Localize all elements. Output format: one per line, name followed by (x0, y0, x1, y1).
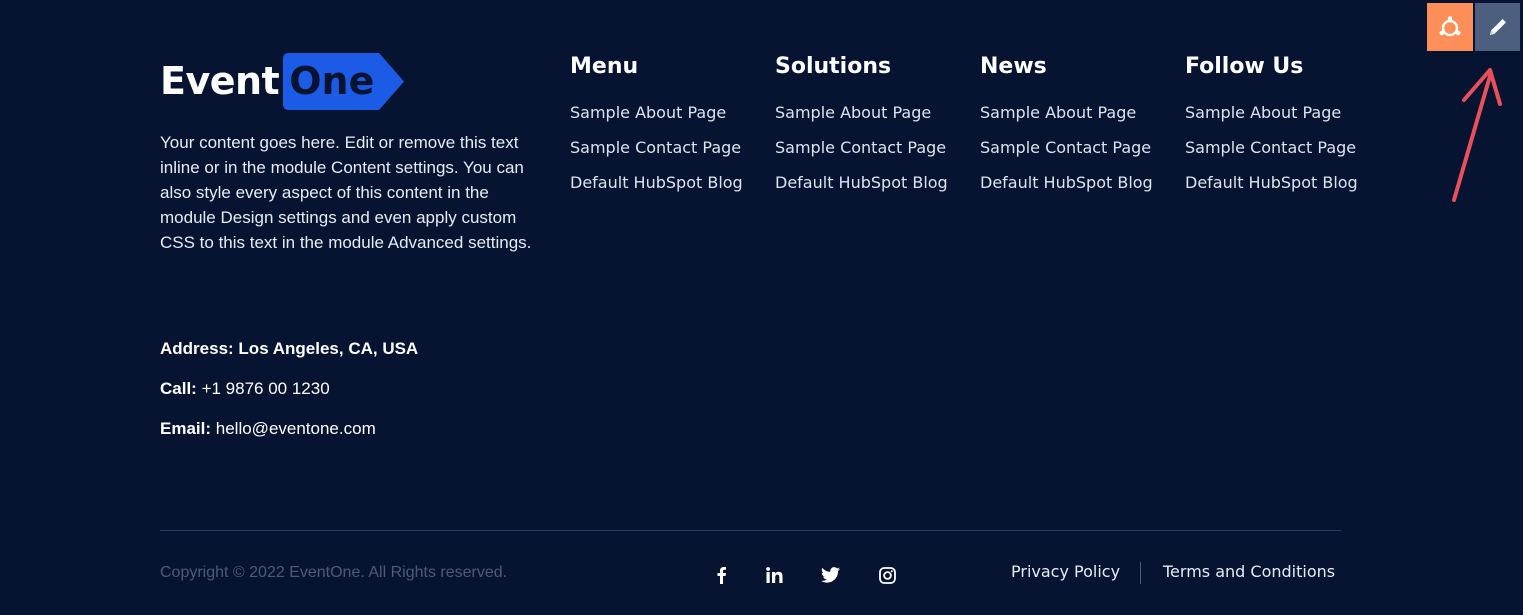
facebook-icon[interactable] (709, 563, 733, 587)
email-label: Email: (160, 419, 212, 438)
copyright-text: Copyright © 2022 EventOne. All Rights re… (160, 564, 508, 581)
footer-column-news: News Sample About Page Sample Contact Pa… (980, 52, 1160, 205)
column-links: Sample About Page Sample Contact Page De… (570, 100, 750, 195)
email-value: hello@eventone.com (215, 419, 376, 438)
column-title: Solutions (775, 54, 892, 79)
footer-link[interactable]: Sample About Page (775, 100, 955, 125)
call-value: +1 9876 00 1230 (201, 379, 330, 398)
footer-link[interactable]: Sample About Page (570, 100, 750, 125)
footer-link[interactable]: Sample Contact Page (570, 135, 750, 160)
contact-address: Address: Los Angeles, CA, USA (160, 339, 418, 359)
brand-logo[interactable]: Event One (160, 52, 406, 110)
privacy-policy-link[interactable]: Privacy Policy (1011, 562, 1120, 581)
column-links: Sample About Page Sample Contact Page De… (775, 100, 955, 195)
column-title: News (980, 54, 1047, 79)
terms-and-conditions-link[interactable]: Terms and Conditions (1163, 562, 1335, 581)
address-value: Los Angeles, CA, USA (238, 339, 419, 358)
brand-word-one: One (289, 59, 375, 103)
brand-tag: One (283, 52, 406, 110)
footer-column-solutions: Solutions Sample About Page Sample Conta… (775, 52, 955, 205)
twitter-icon[interactable] (818, 563, 842, 587)
instagram-icon[interactable] (875, 563, 899, 587)
about-text: Your content goes here. Edit or remove t… (160, 130, 545, 255)
contact-call: Call: +1 9876 00 1230 (160, 379, 330, 399)
hubspot-tools-button[interactable] (1427, 3, 1473, 51)
footer-link[interactable]: Sample About Page (1185, 100, 1365, 125)
about-paragraph: Your content goes here. Edit or remove t… (160, 133, 532, 252)
call-label: Call: (160, 379, 197, 398)
brand-word-event: Event (160, 59, 280, 103)
footer-link[interactable]: Default HubSpot Blog (570, 170, 750, 195)
column-links: Sample About Page Sample Contact Page De… (1185, 100, 1365, 195)
legal-separator (1140, 562, 1141, 584)
linkedin-icon[interactable] (762, 563, 786, 587)
column-title: Menu (570, 54, 639, 79)
pencil-icon (1489, 19, 1506, 35)
address-label: Address: (160, 339, 234, 358)
footer-link[interactable]: Default HubSpot Blog (775, 170, 955, 195)
footer-link[interactable]: Default HubSpot Blog (1185, 170, 1365, 195)
footer-link[interactable]: Sample Contact Page (1185, 135, 1365, 160)
footer-link[interactable]: Default HubSpot Blog (980, 170, 1160, 195)
footer-divider (160, 530, 1341, 531)
footer-link[interactable]: Sample Contact Page (775, 135, 955, 160)
edit-page-button[interactable] (1475, 3, 1520, 51)
column-links: Sample About Page Sample Contact Page De… (980, 100, 1160, 195)
footer-link[interactable]: Sample About Page (980, 100, 1160, 125)
footer-column-menu: Menu Sample About Page Sample Contact Pa… (570, 52, 750, 205)
annotation-arrow (1452, 68, 1502, 202)
contact-email: Email: hello@eventone.com (160, 419, 376, 439)
footer-column-follow-us: Follow Us Sample About Page Sample Conta… (1185, 52, 1365, 205)
column-title: Follow Us (1185, 54, 1304, 79)
footer-link[interactable]: Sample Contact Page (980, 135, 1160, 160)
hubspot-sprocket-icon (1439, 16, 1461, 37)
